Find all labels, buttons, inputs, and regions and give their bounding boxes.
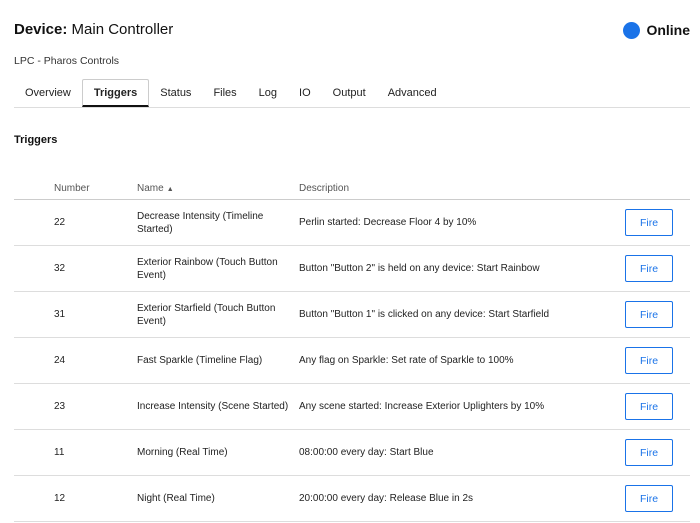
column-header-number[interactable]: Number [14, 177, 137, 200]
column-header-name-label: Name [137, 182, 164, 194]
fire-button[interactable]: Fire [625, 439, 673, 466]
column-header-number-label: Number [54, 182, 90, 194]
fire-button[interactable]: Fire [625, 255, 673, 282]
page-header: Device: Main Controller Online [14, 19, 690, 41]
tab-io[interactable]: IO [288, 79, 322, 107]
trigger-name: Decrease Intensity (Timeline Started) [137, 199, 299, 246]
column-header-description[interactable]: Description [299, 177, 625, 200]
trigger-description: Button "Button 2" is held on any device:… [299, 245, 625, 292]
trigger-name: Increase Intensity (Scene Started) [137, 383, 299, 430]
device-subtitle: LPC - Pharos Controls [14, 55, 120, 67]
trigger-number: 11 [14, 429, 137, 476]
table-row[interactable]: 11 Morning (Real Time) 08:00:00 every day:… [14, 429, 690, 476]
trigger-action-cell: Fire [625, 383, 690, 430]
column-header-name[interactable]: Name ▲ [137, 177, 299, 200]
trigger-action-cell: Fire [625, 337, 690, 384]
trigger-number: 12 [14, 475, 137, 522]
trigger-name: Night (Real Time) [137, 475, 299, 522]
trigger-name: Exterior Rainbow (Touch Button Event) [137, 245, 299, 292]
trigger-number: 31 [14, 291, 137, 338]
trigger-number: 24 [14, 337, 137, 384]
fire-button[interactable]: Fire [625, 209, 673, 236]
table-row[interactable]: 22 Decrease Intensity (Timeline Started) P… [14, 199, 690, 246]
device-label: Device: [14, 21, 68, 38]
column-header-description-label: Description [299, 182, 350, 194]
trigger-description: Button "Button 1" is clicked on any devi… [299, 291, 625, 338]
trigger-action-cell: Fire [625, 475, 690, 522]
table-row[interactable]: 31 Exterior Starfield (Touch Button Event… [14, 291, 690, 338]
device-name: Main Controller [71, 21, 174, 38]
trigger-name: Exterior Starfield (Touch Button Event) [137, 291, 299, 338]
trigger-number: 23 [14, 383, 137, 430]
tab-output[interactable]: Output [322, 79, 377, 107]
trigger-number: 32 [14, 245, 137, 292]
table-header-row: Number Name ▲ Description [14, 177, 690, 200]
tab-triggers[interactable]: Triggers [81, 79, 150, 107]
trigger-action-cell: Fire [625, 429, 690, 476]
tab-files[interactable]: Files [202, 79, 247, 107]
table-row[interactable]: 24 Fast Sparkle (Timeline Flag) Any flag o… [14, 337, 690, 384]
fire-button[interactable]: Fire [625, 347, 673, 374]
table-row[interactable]: 23 Increase Intensity (Scene Started) Any … [14, 383, 690, 430]
trigger-action-cell: Fire [625, 245, 690, 292]
trigger-number: 22 [14, 199, 137, 246]
trigger-description: Any scene started: Increase Exterior Upl… [299, 383, 625, 430]
status-label: Online [646, 22, 690, 38]
trigger-name: Morning (Real Time) [137, 429, 299, 476]
trigger-name: Fast Sparkle (Timeline Flag) [137, 337, 299, 384]
table-row[interactable]: 12 Night (Real Time) 20:00:00 every day: R… [14, 475, 690, 522]
trigger-description: Any flag on Sparkle: Set rate of Sparkle… [299, 337, 625, 384]
section-title: Triggers [14, 134, 58, 146]
fire-button[interactable]: Fire [625, 301, 673, 328]
status-indicator: Online [623, 19, 690, 41]
trigger-description: 08:00:00 every day: Start Blue [299, 429, 625, 476]
trigger-action-cell: Fire [625, 199, 690, 246]
tab-overview[interactable]: Overview [14, 79, 82, 107]
device-title: Device: Main Controller [14, 19, 173, 41]
trigger-action-cell: Fire [625, 291, 690, 338]
tab-log[interactable]: Log [248, 79, 288, 107]
tab-status[interactable]: Status [149, 79, 202, 107]
trigger-description: 20:00:00 every day: Release Blue in 2s [299, 475, 625, 522]
triggers-table: Number Name ▲ Description 22 Decrease Inte… [14, 177, 690, 522]
fire-button[interactable]: Fire [625, 485, 673, 512]
column-header-actions [625, 177, 690, 200]
table-body: 22 Decrease Intensity (Timeline Started) P… [14, 199, 690, 522]
table-row[interactable]: 32 Exterior Rainbow (Touch Button Event) B… [14, 245, 690, 292]
tab-bar: Overview Triggers Status Files Log IO Output Ad… [14, 79, 690, 108]
status-dot-icon [623, 21, 641, 39]
sort-ascending-icon[interactable]: ▲ [167, 186, 174, 193]
trigger-description: Perlin started: Decrease Floor 4 by 10% [299, 199, 625, 246]
tab-advanced[interactable]: Advanced [377, 79, 448, 107]
fire-button[interactable]: Fire [625, 393, 673, 420]
